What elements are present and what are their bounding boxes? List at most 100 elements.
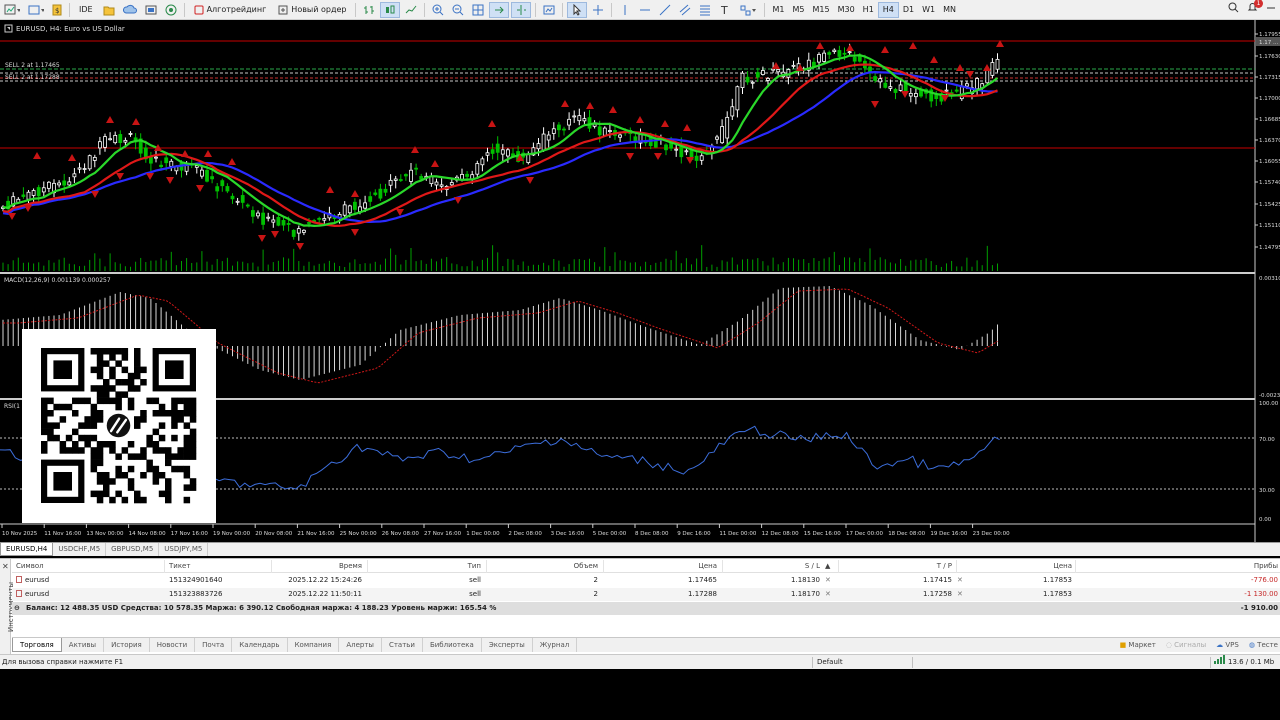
candle-body: [776, 69, 781, 73]
zoom-in-icon[interactable]: [429, 2, 447, 18]
candle-body: [240, 195, 245, 203]
order-line-label-2[interactable]: SELL 2 at 1.17288: [5, 74, 60, 81]
col-current-price[interactable]: Цена: [960, 560, 1072, 573]
market-watch-icon[interactable]: $: [49, 2, 65, 18]
zoom-out-icon[interactable]: [449, 2, 467, 18]
table-row[interactable]: eurusd 151324901640 2025.12.22 15:24:26 …: [12, 574, 1280, 587]
row-tp[interactable]: 1.17415: [842, 574, 952, 587]
candle-body: [108, 138, 112, 141]
col-price[interactable]: Цена: [608, 560, 717, 573]
collapse-icon[interactable]: ⊖: [14, 602, 20, 615]
candle-body: [92, 157, 97, 161]
toolbox-tab[interactable]: Эксперты: [482, 638, 533, 652]
cloud-icon[interactable]: [120, 2, 140, 18]
status-profile[interactable]: Default: [817, 655, 843, 669]
row-sl[interactable]: 1.18170: [726, 588, 820, 601]
chart-tab[interactable]: USDJPY,M5: [159, 543, 209, 556]
notification-icon[interactable]: 1: [1247, 0, 1263, 15]
chart-tab[interactable]: USDCHF,M5: [53, 543, 107, 556]
minimize-icon[interactable]: [1266, 3, 1276, 15]
row-sl[interactable]: 1.18130: [726, 574, 820, 587]
cursor-icon[interactable]: [567, 1, 588, 18]
line-chart-icon[interactable]: [402, 2, 420, 18]
profiles-icon[interactable]: [25, 2, 47, 18]
col-volume[interactable]: Объем: [490, 560, 598, 573]
order-line-label-1[interactable]: SELL 2 at 1.17465: [5, 62, 60, 69]
remove-sl-icon[interactable]: ✕: [825, 574, 831, 587]
toolbox-tab[interactable]: Активы: [62, 638, 105, 652]
horizontal-line-icon[interactable]: [636, 2, 654, 18]
ide-button[interactable]: IDE: [74, 2, 98, 18]
toolbox-tab[interactable]: Компания: [288, 638, 340, 652]
timeframe-w1[interactable]: W1: [918, 2, 939, 18]
search-icon[interactable]: [1228, 2, 1239, 15]
toolbox-tab[interactable]: Торговля: [12, 638, 62, 652]
toolbox-tab[interactable]: Календарь: [232, 638, 288, 652]
timeframe-h1[interactable]: H1: [859, 2, 878, 18]
crosshair-icon[interactable]: [589, 2, 607, 18]
time-tick: 8 Dec 08:00: [635, 531, 669, 537]
vps-tab[interactable]: ☁ VPS: [1216, 638, 1239, 652]
toolbox-tab[interactable]: Журнал: [533, 638, 578, 652]
bar-chart-icon[interactable]: [360, 2, 378, 18]
signals-tab[interactable]: ◌ Сигналы: [1166, 638, 1206, 652]
rsi-tick: 70.00: [1259, 437, 1275, 443]
remove-sl-icon[interactable]: ✕: [825, 588, 831, 601]
timeframe-d1[interactable]: D1: [899, 2, 918, 18]
row-profit: -776.00: [1250, 576, 1278, 584]
timeframe-m5[interactable]: M5: [788, 2, 808, 18]
main-toolbar: $ IDE Алготрейдинг Новый ордер T M1 M5 M…: [0, 0, 1280, 20]
col-type[interactable]: Тип: [372, 560, 481, 573]
candle-body: [307, 222, 311, 224]
toolbox-side-tab[interactable]: ✕ Инструменты: [0, 559, 15, 655]
fibonacci-icon[interactable]: [696, 2, 714, 18]
channel-icon[interactable]: [676, 2, 694, 18]
candle-body: [154, 156, 158, 159]
col-symbol[interactable]: Символ: [16, 560, 44, 573]
col-ticket[interactable]: Тикет: [169, 560, 190, 573]
candle-body: [266, 216, 271, 219]
vps-icon[interactable]: [142, 2, 160, 18]
vertical-line-icon[interactable]: [616, 2, 634, 18]
toolbox-tab[interactable]: Алерты: [339, 638, 382, 652]
market-tab[interactable]: ■ Маркет: [1120, 638, 1156, 652]
community-icon[interactable]: [162, 2, 180, 18]
toolbox-tab[interactable]: Почта: [195, 638, 233, 652]
chart-shift-icon[interactable]: [511, 1, 532, 18]
timeframe-m1[interactable]: M1: [768, 2, 788, 18]
balance-row[interactable]: ⊖ Баланс: 12 488.35 USD Средства: 10 578…: [12, 602, 1280, 615]
candle-body: [990, 62, 995, 76]
table-row[interactable]: eurusd 151323883726 2025.12.22 11:50:11 …: [12, 588, 1280, 601]
col-profit[interactable]: Прибы: [1078, 560, 1278, 573]
chart-tab[interactable]: GBPUSD,M5: [106, 543, 160, 556]
toolbox-tab[interactable]: Новости: [150, 638, 196, 652]
trendline-icon[interactable]: [656, 2, 674, 18]
toolbox-tab[interactable]: Библиотека: [423, 638, 482, 652]
toolbox-tab[interactable]: История: [104, 638, 150, 652]
candle-body: [301, 229, 306, 233]
indicators-icon[interactable]: [540, 2, 558, 18]
tile-windows-icon[interactable]: [469, 2, 487, 18]
candlestick-icon[interactable]: [380, 1, 401, 18]
folder-icon[interactable]: [100, 2, 118, 18]
text-tool-icon[interactable]: T: [716, 2, 734, 18]
timeframe-m15[interactable]: M15: [808, 2, 833, 18]
col-sl[interactable]: S / L: [726, 560, 820, 573]
chart-tab[interactable]: EURUSD,H4: [0, 543, 54, 556]
shapes-icon[interactable]: [736, 2, 760, 18]
toolbox-tab[interactable]: Статьи: [382, 638, 423, 652]
close-icon[interactable]: ✕: [2, 562, 9, 571]
algotrading-button[interactable]: Алготрейдинг: [189, 2, 272, 18]
sort-arrow-icon[interactable]: ▲: [825, 560, 830, 573]
new-order-button[interactable]: Новый ордер: [273, 2, 351, 18]
row-tp[interactable]: 1.17258: [842, 588, 952, 601]
autoscroll-icon[interactable]: [489, 1, 510, 18]
timeframe-h4[interactable]: H4: [877, 1, 899, 18]
col-time[interactable]: Время: [272, 560, 362, 573]
timeframe-m30[interactable]: M30: [834, 2, 859, 18]
status-traffic: 13.6 / 0.1 Mb: [1228, 658, 1275, 666]
col-tp[interactable]: T / P: [842, 560, 952, 573]
new-chart-icon[interactable]: [1, 2, 23, 18]
timeframe-mn[interactable]: MN: [939, 2, 960, 18]
tester-tab[interactable]: ◍ Тесте: [1249, 638, 1278, 652]
